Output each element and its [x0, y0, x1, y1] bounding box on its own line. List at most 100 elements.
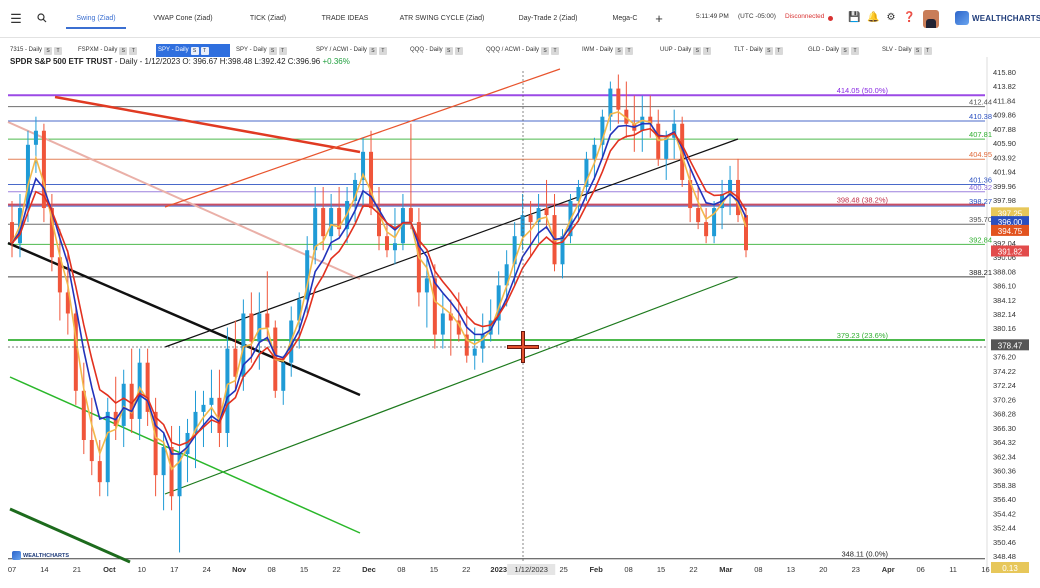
gear-icon[interactable]: ⚙	[885, 12, 897, 24]
candle-body[interactable]	[608, 88, 613, 117]
chart-area[interactable]: SPDR S&P 500 ETF TRUST - Daily - 1/12/20…	[0, 57, 1040, 577]
candle-body[interactable]	[384, 236, 389, 251]
candle-body[interactable]	[257, 313, 262, 342]
connection-status: Disconnected	[785, 13, 825, 20]
tab-swing[interactable]: Swing (Ziad)	[66, 9, 126, 29]
symbol-tab[interactable]: UUP - Daily S T	[658, 44, 728, 57]
bell-icon[interactable]: 🔔	[867, 12, 879, 24]
tab-atr-swing-cycle[interactable]: ATR SWING CYCLE (Ziad)	[396, 9, 488, 29]
symbol-tab[interactable]: GLD - Daily S T	[806, 44, 876, 57]
y-axis-tick-label: 362.34	[993, 452, 1016, 461]
symbol-tab[interactable]: IWM - Daily S T	[580, 44, 654, 57]
candle-body[interactable]	[696, 208, 701, 223]
close-mini-icon[interactable]: T	[278, 46, 287, 55]
settings-mini-icon[interactable]: S	[615, 46, 623, 55]
candle-body[interactable]	[472, 348, 477, 356]
candle-body[interactable]	[424, 278, 429, 293]
candle-body[interactable]	[440, 313, 445, 335]
symbol-tab[interactable]: SPY / ACWI - Daily S T	[314, 44, 404, 57]
logo-text: WEALTHCHARTS	[972, 13, 1040, 23]
settings-mini-icon[interactable]: S	[119, 46, 128, 55]
tab-mega[interactable]: Mega-C	[607, 9, 643, 29]
candle-body[interactable]	[265, 313, 270, 328]
tab-day-trade-2[interactable]: Day-Trade 2 (Ziad)	[510, 9, 586, 29]
candle-body[interactable]	[89, 440, 94, 462]
candle-body[interactable]	[105, 411, 110, 483]
candle-body[interactable]	[664, 137, 669, 159]
avatar[interactable]	[923, 10, 939, 28]
candle-body[interactable]	[161, 447, 166, 476]
close-mini-icon[interactable]: T	[454, 46, 463, 55]
close-mini-icon[interactable]: T	[923, 46, 932, 55]
tab-tick[interactable]: TICK (Ziad)	[240, 9, 296, 29]
symbol-tab-label: QQQ - Daily	[410, 47, 443, 53]
close-mini-icon[interactable]: T	[54, 46, 63, 55]
close-mini-icon[interactable]: T	[625, 46, 633, 55]
y-axis-tick-label: 376.20	[993, 353, 1016, 362]
candle-body[interactable]	[408, 208, 413, 223]
save-icon[interactable]: 💾	[848, 12, 860, 24]
candle-body[interactable]	[281, 362, 286, 391]
settings-mini-icon[interactable]: S	[693, 46, 702, 55]
candle-body[interactable]	[201, 404, 206, 412]
settings-mini-icon[interactable]: S	[368, 46, 377, 55]
close-mini-icon[interactable]: T	[551, 46, 560, 55]
tab-trade-ideas[interactable]: TRADE IDEAS	[316, 9, 374, 29]
trendline[interactable]	[164, 68, 561, 208]
close-mini-icon[interactable]: T	[200, 46, 209, 55]
hamburger-icon[interactable]: ☰	[7, 10, 25, 28]
settings-mini-icon[interactable]: S	[841, 46, 850, 55]
x-axis-tick-label: 22	[332, 565, 340, 574]
x-axis-tick-label: 25	[560, 565, 568, 574]
candle-body[interactable]	[321, 208, 326, 237]
close-mini-icon[interactable]: T	[774, 46, 783, 55]
symbol-tab-label: TLT - Daily	[734, 47, 763, 53]
candle-body[interactable]	[392, 243, 397, 251]
settings-mini-icon[interactable]: S	[764, 46, 773, 55]
candle-body[interactable]	[616, 88, 621, 110]
close-mini-icon[interactable]: T	[378, 46, 387, 55]
symbol-tab[interactable]: QQQ - Daily S T	[408, 44, 480, 57]
tab-vwap-cone[interactable]: VWAP Cone (Ziad)	[145, 9, 221, 29]
candle-body[interactable]	[313, 208, 318, 251]
search-icon[interactable]	[33, 10, 51, 28]
candle-body[interactable]	[704, 222, 709, 237]
add-tab-button[interactable]: +	[650, 10, 668, 28]
candle-body[interactable]	[97, 461, 102, 483]
help-icon[interactable]: ❓	[903, 12, 915, 24]
candle-body[interactable]	[544, 208, 549, 216]
candle-body[interactable]	[520, 215, 525, 237]
settings-mini-icon[interactable]: S	[268, 46, 277, 55]
close-mini-icon[interactable]: T	[703, 46, 712, 55]
close-mini-icon[interactable]: T	[851, 46, 860, 55]
candle-body[interactable]	[209, 397, 214, 405]
y-axis-tick-label: 368.28	[993, 410, 1016, 419]
candle-body[interactable]	[329, 208, 334, 237]
price-chart[interactable]: 415.80 413.82 411.84 409.86 407.88 405.90 403.…	[0, 57, 1040, 577]
symbol-tab[interactable]: FSPXM - Daily S T	[76, 44, 152, 57]
settings-mini-icon[interactable]: S	[444, 46, 453, 55]
symbol-tab[interactable]: SLV - Daily S T	[880, 44, 950, 57]
symbol-tab[interactable]: 7315 - Daily S T	[8, 44, 72, 57]
candle-body[interactable]	[528, 215, 533, 223]
symbol-tab[interactable]: TLT - Daily S T	[732, 44, 802, 57]
settings-mini-icon[interactable]: S	[44, 46, 53, 55]
level-label: 398.48 (38.2%)	[837, 196, 889, 205]
symbol-tab[interactable]: QQQ / ACWI - Daily S T	[484, 44, 576, 57]
level-label: 395.70	[969, 215, 992, 224]
trendline[interactable]	[9, 376, 361, 534]
close-mini-icon[interactable]: T	[129, 46, 138, 55]
price-tag-label: 378.47	[998, 341, 1023, 350]
settings-mini-icon[interactable]: S	[190, 46, 199, 55]
trendline[interactable]	[54, 95, 361, 154]
watermark-text: WEALTHCHARTS	[23, 552, 70, 559]
candle-body[interactable]	[249, 313, 254, 342]
candle-body[interactable]	[432, 278, 437, 335]
settings-mini-icon[interactable]: S	[913, 46, 922, 55]
candle-body[interactable]	[33, 130, 38, 145]
candle-body[interactable]	[121, 383, 126, 426]
symbol-tab[interactable]: SPY - Daily S T	[156, 44, 230, 57]
symbol-tab[interactable]: SPY - Daily S T	[234, 44, 310, 57]
x-axis-tick-label: 17	[170, 565, 178, 574]
settings-mini-icon[interactable]: S	[541, 46, 550, 55]
